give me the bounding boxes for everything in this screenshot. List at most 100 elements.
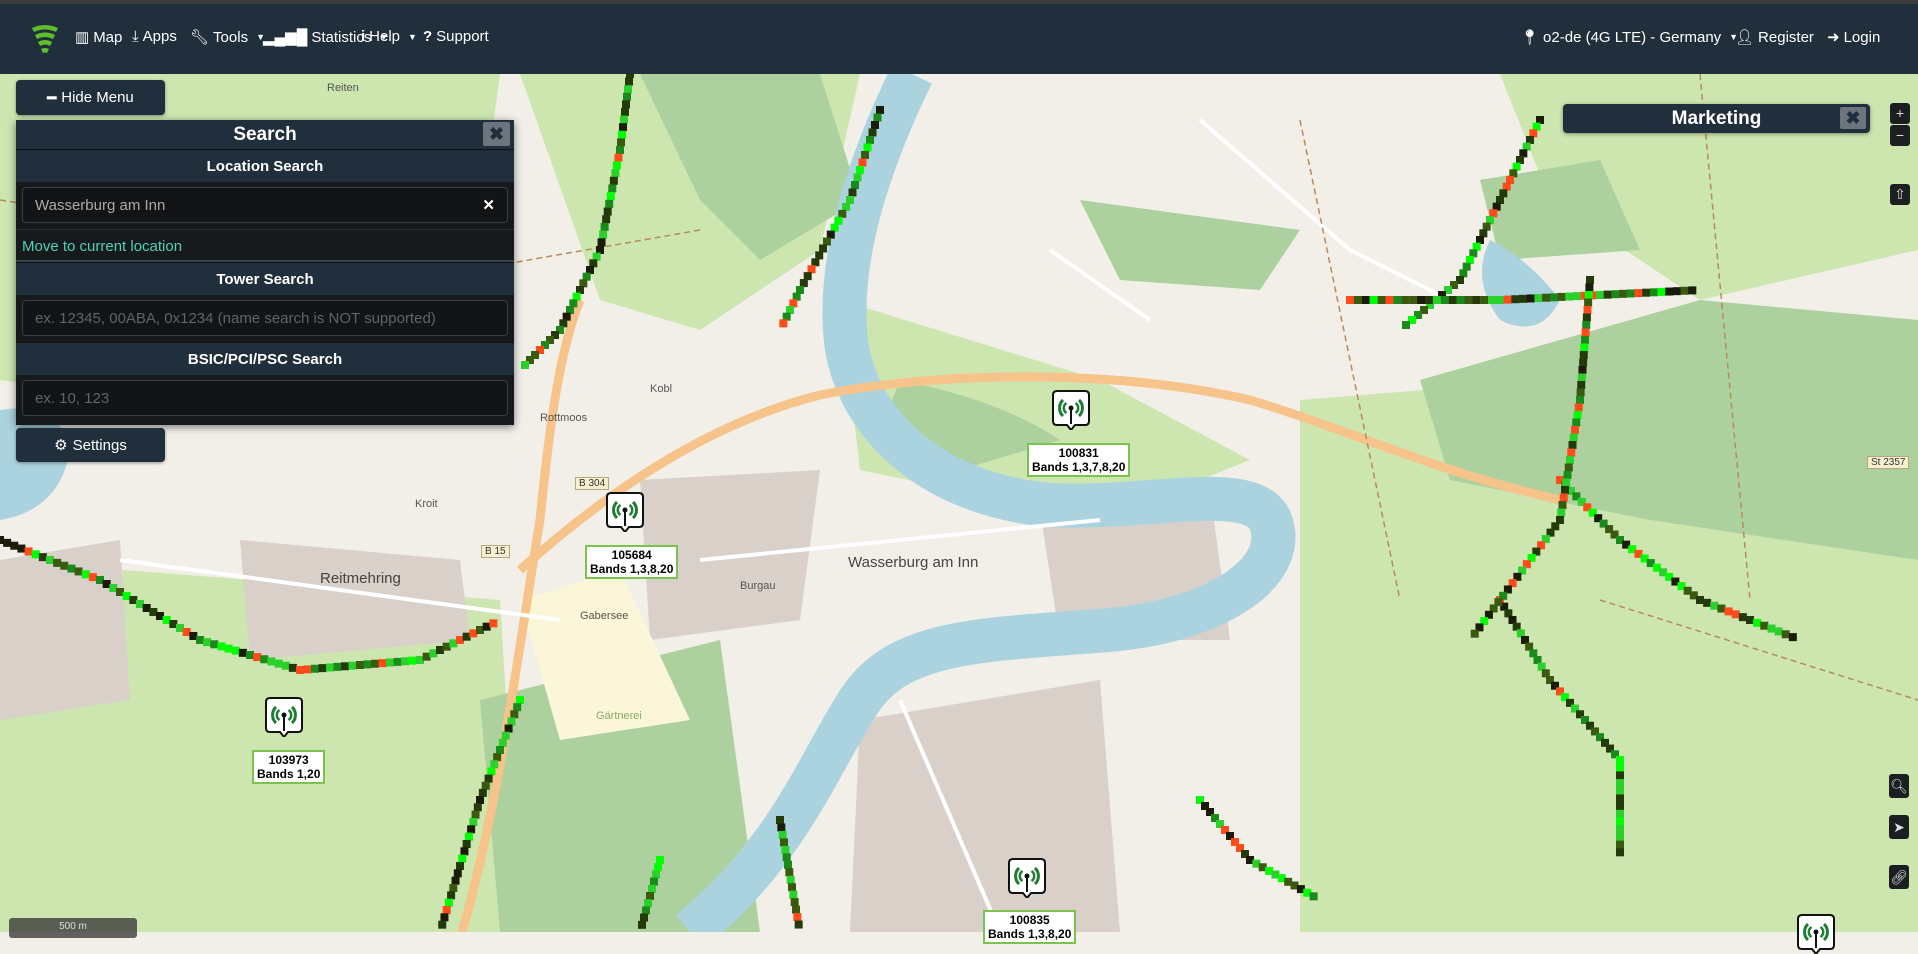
coverage-cell — [838, 209, 847, 218]
coverage-cell — [449, 884, 458, 892]
road-shield-b15: B 15 — [481, 545, 510, 558]
coverage-cell — [260, 655, 269, 664]
coverage-cell — [623, 92, 631, 101]
coverage-cell — [1346, 296, 1354, 304]
bsic-search-header: BSIC/PCI/PSC Search — [16, 342, 514, 375]
link-icon[interactable]: 🔗︎ — [1889, 865, 1909, 889]
tower-search-field[interactable] — [22, 300, 508, 336]
coverage-cell — [469, 818, 478, 826]
coverage-cell — [1581, 328, 1590, 337]
coverage-cell — [1603, 290, 1612, 299]
coverage-cell — [510, 710, 519, 719]
coverage-cell — [622, 100, 630, 109]
logo-icon[interactable] — [30, 22, 60, 58]
coverage-cell — [504, 724, 513, 733]
coverage-cell — [3, 538, 12, 547]
coverage-cell — [1616, 832, 1624, 841]
coverage-cell — [1393, 296, 1402, 304]
coverage-cell — [866, 136, 874, 144]
nav-tools[interactable]: 🔧︎ Tools ▼ — [190, 28, 265, 47]
location-search-field[interactable]: ✕ — [22, 187, 508, 223]
coverage-cell — [616, 146, 624, 154]
login-link[interactable]: ➜ Login — [1827, 28, 1880, 47]
coverage-cell — [784, 860, 792, 869]
map-label-kobl: Kobl — [650, 383, 673, 395]
scroll-up-button[interactable]: ⇧ — [1890, 184, 1910, 205]
sign-in-icon: ➜ — [1827, 29, 1840, 46]
coverage-cell — [1583, 306, 1592, 314]
coverage-cell — [861, 151, 869, 159]
coverage-cell — [650, 877, 658, 886]
coverage-cell — [776, 816, 784, 824]
hide-menu-button[interactable]: ━ Hide Menu — [16, 80, 165, 115]
settings-button[interactable]: ⚙ Settings — [16, 428, 165, 462]
coverage-cell — [203, 638, 212, 647]
tower-search-input[interactable] — [35, 309, 495, 327]
zoom-in-button[interactable]: + — [1890, 103, 1910, 124]
coverage-cell — [1616, 794, 1624, 803]
coverage-cell — [1309, 892, 1318, 901]
nav-apps[interactable]: ⤓ Apps — [132, 28, 177, 45]
coverage-cell — [1480, 296, 1489, 304]
coverage-cell — [612, 161, 621, 170]
coverage-cell — [785, 868, 794, 877]
map-label-burgau: Burgau — [740, 580, 776, 592]
coverage-cell — [624, 85, 632, 94]
coverage-cell — [614, 153, 623, 162]
tower-label[interactable]: 105684 Bands 1,3,8,20 — [585, 545, 679, 579]
location-search-input[interactable] — [35, 196, 483, 214]
coverage-cell — [507, 717, 516, 726]
tower-marker[interactable] — [1797, 914, 1835, 954]
coverage-cell — [24, 547, 33, 556]
network-selector[interactable]: 📍︎ o2-de (4G LTE) - Germany ▼ — [1520, 28, 1738, 47]
bsic-search-field[interactable] — [22, 380, 508, 416]
register-link[interactable]: 👤︎ Register — [1735, 28, 1814, 47]
coverage-cell — [1574, 403, 1583, 412]
coverage-cell — [438, 920, 447, 929]
coverage-cell — [642, 906, 650, 915]
coverage-cell — [873, 113, 882, 122]
coverage-cell — [1581, 336, 1589, 344]
tower-marker-105684[interactable] — [606, 492, 644, 532]
coverage-cell — [224, 644, 233, 653]
clear-icon[interactable]: ✕ — [482, 196, 495, 214]
coverage-cell — [447, 891, 456, 900]
nav-help[interactable]: i Help ▼ — [361, 28, 417, 45]
tower-label[interactable]: 100831 Bands 1,3,7,8,20 — [1027, 443, 1131, 477]
tower-marker-100835[interactable] — [1008, 858, 1046, 898]
coverage-cell — [842, 202, 851, 211]
coverage-cell — [848, 188, 857, 197]
tower-marker-103973[interactable] — [265, 697, 303, 737]
coverage-cell — [619, 123, 627, 132]
coverage-cell — [217, 642, 226, 651]
coverage-cell — [442, 906, 451, 914]
coverage-cell — [521, 361, 529, 369]
tower-label[interactable]: 100835 Bands 1,3,8,20 — [983, 910, 1077, 944]
nav-map[interactable]: ▥ Map — [75, 28, 122, 47]
coverage-cell — [501, 731, 510, 740]
coverage-cell — [1377, 296, 1386, 304]
tower-marker-100831[interactable] — [1052, 390, 1090, 430]
close-marketing-button[interactable]: ✖ — [1840, 107, 1866, 129]
locate-arrow-icon[interactable]: ➤ — [1889, 815, 1909, 839]
coverage-cell — [274, 659, 283, 668]
coverage-cell — [481, 781, 490, 790]
coverage-cell — [1626, 289, 1635, 298]
coverage-cell — [1568, 441, 1577, 449]
coverage-cell — [490, 760, 499, 769]
nav-support[interactable]: ? Support — [423, 28, 489, 45]
coverage-cell — [1488, 296, 1497, 304]
coverage-cell — [1616, 756, 1624, 764]
zoom-out-button[interactable]: − — [1890, 125, 1910, 146]
tower-label[interactable]: 103973 Bands 1,20 — [252, 750, 326, 784]
coverage-cell — [1746, 616, 1754, 624]
move-to-current-location-link[interactable]: Move to current location — [16, 229, 514, 262]
close-search-panel-button[interactable]: ✖ — [483, 122, 510, 146]
coverage-cell — [1470, 629, 1479, 638]
coverage-cell — [1616, 848, 1624, 857]
zoom-search-icon[interactable]: 🔍︎ — [1889, 774, 1909, 798]
bsic-search-input[interactable] — [35, 389, 495, 407]
coverage-cell — [478, 788, 487, 797]
download-icon: ⤓ — [132, 28, 139, 45]
coverage-cell — [1616, 802, 1624, 811]
